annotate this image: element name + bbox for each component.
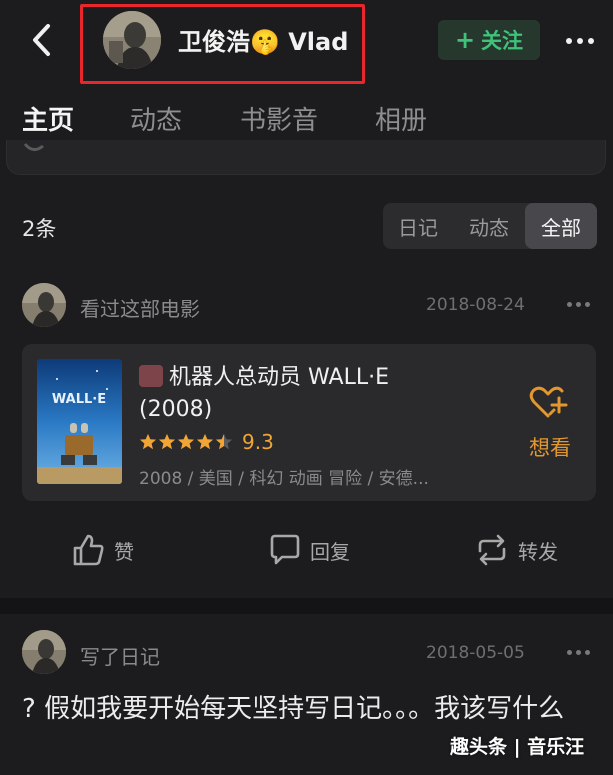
rating-score: 9.3: [242, 430, 274, 454]
star-icon: [196, 433, 214, 450]
post-action-text: 写了日记: [80, 645, 160, 669]
filter-diary[interactable]: 日记: [383, 203, 453, 249]
diary-text[interactable]: ? 假如我要开始每天坚持写日记。。。我该写什么: [22, 688, 592, 730]
tab-home[interactable]: 主页: [22, 100, 74, 137]
repost-button[interactable]: 转发: [474, 530, 558, 570]
want-to-watch-button[interactable]: 想看: [520, 384, 580, 464]
movie-badge-icon: [139, 365, 163, 387]
want-to-watch-label: 想看: [529, 436, 571, 460]
top-nav-bar: 卫俊浩🤫 Vlad + 关注: [0, 0, 613, 86]
post-more-button[interactable]: [567, 302, 590, 307]
rating: 9.3: [139, 430, 274, 454]
watermark-text: 趣头条 | 音乐汪: [450, 736, 585, 758]
repost-icon: [478, 534, 506, 566]
post-more-button[interactable]: [567, 650, 590, 655]
movie-poster: WALL·E: [37, 359, 122, 484]
poster-title: WALL·E: [52, 392, 106, 407]
repost-label: 转发: [518, 539, 558, 564]
movie-title: 机器人总动员 WALL·E (2008): [139, 365, 390, 422]
plus-icon: +: [454, 26, 476, 54]
like-button[interactable]: 赞: [70, 530, 134, 570]
tab-books-movies-music[interactable]: 书影音: [240, 100, 318, 137]
tab-album[interactable]: 相册: [375, 100, 427, 137]
filter-activity[interactable]: 动态: [453, 203, 525, 249]
movie-card[interactable]: WALL·E 机器人总动员 WALL·E (2008) 9.3 2008 / 美…: [22, 344, 596, 501]
reply-button[interactable]: 回复: [268, 530, 350, 570]
post-date: 2018-05-05: [426, 643, 525, 663]
reply-label: 回复: [310, 539, 350, 564]
star-icon: [158, 433, 176, 450]
previous-card-edge: [6, 140, 606, 175]
post-date: 2018-08-24: [426, 295, 525, 315]
filter-segmented-control: 日记 动态 全部: [383, 203, 597, 249]
tab-activity[interactable]: 动态: [130, 100, 182, 137]
follow-label: 关注: [481, 29, 524, 53]
more-icon: [567, 302, 572, 307]
post-count: 2条: [22, 217, 57, 241]
star-icon: [177, 433, 195, 450]
chevron-left-icon: [33, 24, 50, 56]
more-options-button[interactable]: [560, 24, 600, 58]
more-icon: [567, 650, 572, 655]
avatar[interactable]: [22, 283, 66, 327]
back-button[interactable]: [24, 20, 60, 60]
post-action-text: 看过这部电影: [80, 297, 200, 321]
half-star-icon: [215, 433, 233, 450]
thumbs-up-icon: [73, 534, 104, 566]
star-icon: [139, 433, 157, 450]
partial-icon: [23, 143, 44, 151]
more-icon: [566, 38, 572, 44]
avatar[interactable]: [22, 630, 66, 674]
follow-button[interactable]: + 关注: [438, 20, 540, 60]
post-divider: [0, 598, 613, 614]
movie-meta: 2008 / 美国 / 科幻 动画 冒险 / 安德...: [139, 469, 429, 489]
user-name: 卫俊浩🤫 Vlad: [178, 28, 349, 56]
comment-icon: [270, 534, 300, 565]
heart-plus-icon: [529, 386, 568, 418]
filter-all[interactable]: 全部: [525, 203, 597, 249]
like-label: 赞: [114, 539, 134, 564]
avatar[interactable]: [103, 11, 161, 69]
